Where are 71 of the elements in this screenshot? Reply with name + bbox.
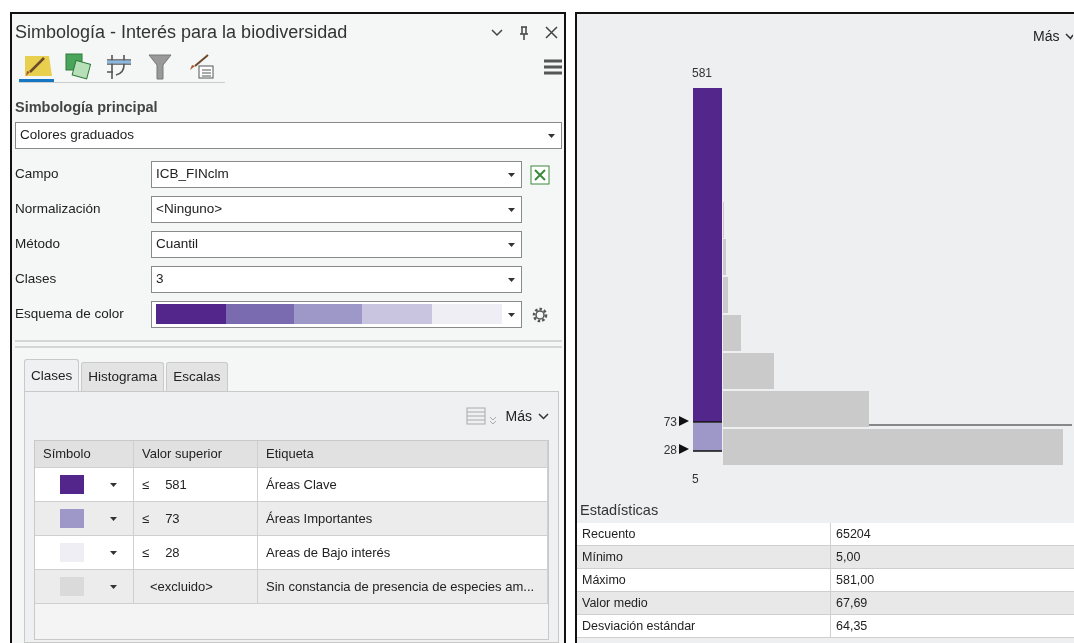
break-label: 28 [663,443,677,457]
panel-title: Simbología - Interés para la biodiversidad [15,22,349,44]
caret-icon [110,584,117,589]
field-label: Clases [15,270,58,289]
dropdown-field[interactable]: 3 [151,266,522,293]
caret-icon [508,243,515,247]
break-label: 73 [663,415,677,429]
table-cell-text: 581 [165,476,187,494]
chevron-down-icon[interactable] [491,28,503,37]
color-ramp-icon [156,304,502,325]
table-cell-text: <excluido> [150,578,213,596]
table-x-icon[interactable] [530,164,550,185]
section-title: Simbología principal [15,98,159,116]
table-cell-text: 64,35 [835,618,869,636]
tab[interactable]: Clases [24,359,80,392]
column-header: Etiqueta [258,441,548,468]
tab[interactable]: Histograma [81,362,165,392]
table-cell-text: Sin constancia de presencia de especies am... [266,578,535,596]
axis-label: 581 [692,66,713,80]
column-header: Valor superior [134,441,258,468]
table-cell-text: 28 [165,544,180,562]
break-line [692,421,723,423]
histogram-bar [723,315,741,351]
break-line [692,450,723,452]
dropdown-field[interactable]: Cuantil [151,231,522,258]
operator-text: ≤ [142,476,150,494]
section-title: Estadísticas [579,501,660,520]
histogram-bar [723,277,728,313]
more-button[interactable]: Más [1033,26,1074,47]
dropdown-field[interactable]: <Ninguno> [151,196,522,223]
axis-label: 5 [692,472,699,486]
table-cell-text: Áreas Clave [266,476,337,494]
column-header: Símbolo [35,441,134,468]
field-label: Campo [15,165,60,184]
caret-icon [110,516,117,521]
histogram-bar [723,353,774,389]
caret-icon [508,208,515,212]
caret-icon [110,550,117,555]
break-handle[interactable] [679,416,689,426]
chevron-down-icon[interactable] [1065,33,1074,40]
table-cell-text: 581,00 [835,572,876,590]
chevron-down-icon[interactable] [538,412,549,420]
caret-icon [508,173,515,177]
field-label: Normalización [15,200,102,219]
field-label: Método [15,235,62,254]
table-cell: Desviación estándar [577,615,831,639]
table-cell-text: 73 [165,510,180,528]
caret-icon [110,482,117,487]
table-cell-text: Areas de Bajo interés [266,544,391,562]
table-cell-text: 67,69 [835,595,869,613]
table-cell-text: 5,00 [835,549,862,567]
color-ramp-dropdown[interactable] [151,301,522,328]
menu-icon[interactable] [544,59,562,76]
close-icon[interactable] [545,26,558,40]
caret-icon [548,134,555,138]
color-swatch[interactable] [60,509,84,529]
color-swatch[interactable] [60,475,84,495]
splitter-handle[interactable] [15,340,562,348]
field-dropdown[interactable]: ICB_FINclm [151,161,522,188]
pin-icon[interactable] [519,25,529,40]
tab[interactable]: Escalas [166,362,228,392]
break-handle[interactable] [679,444,689,454]
table-cell-text: 65204 [835,526,872,544]
caret-icon [508,313,515,317]
renderer-dropdown[interactable]: Colores graduados [15,122,562,149]
operator-text: ≤ [142,510,150,528]
more-button[interactable]: Más [505,405,549,427]
operator-text: ≤ [142,544,150,562]
caret-icon [508,278,515,282]
table-cell-text: Áreas Importantes [266,510,373,528]
field-label: Esquema de color [15,305,125,324]
